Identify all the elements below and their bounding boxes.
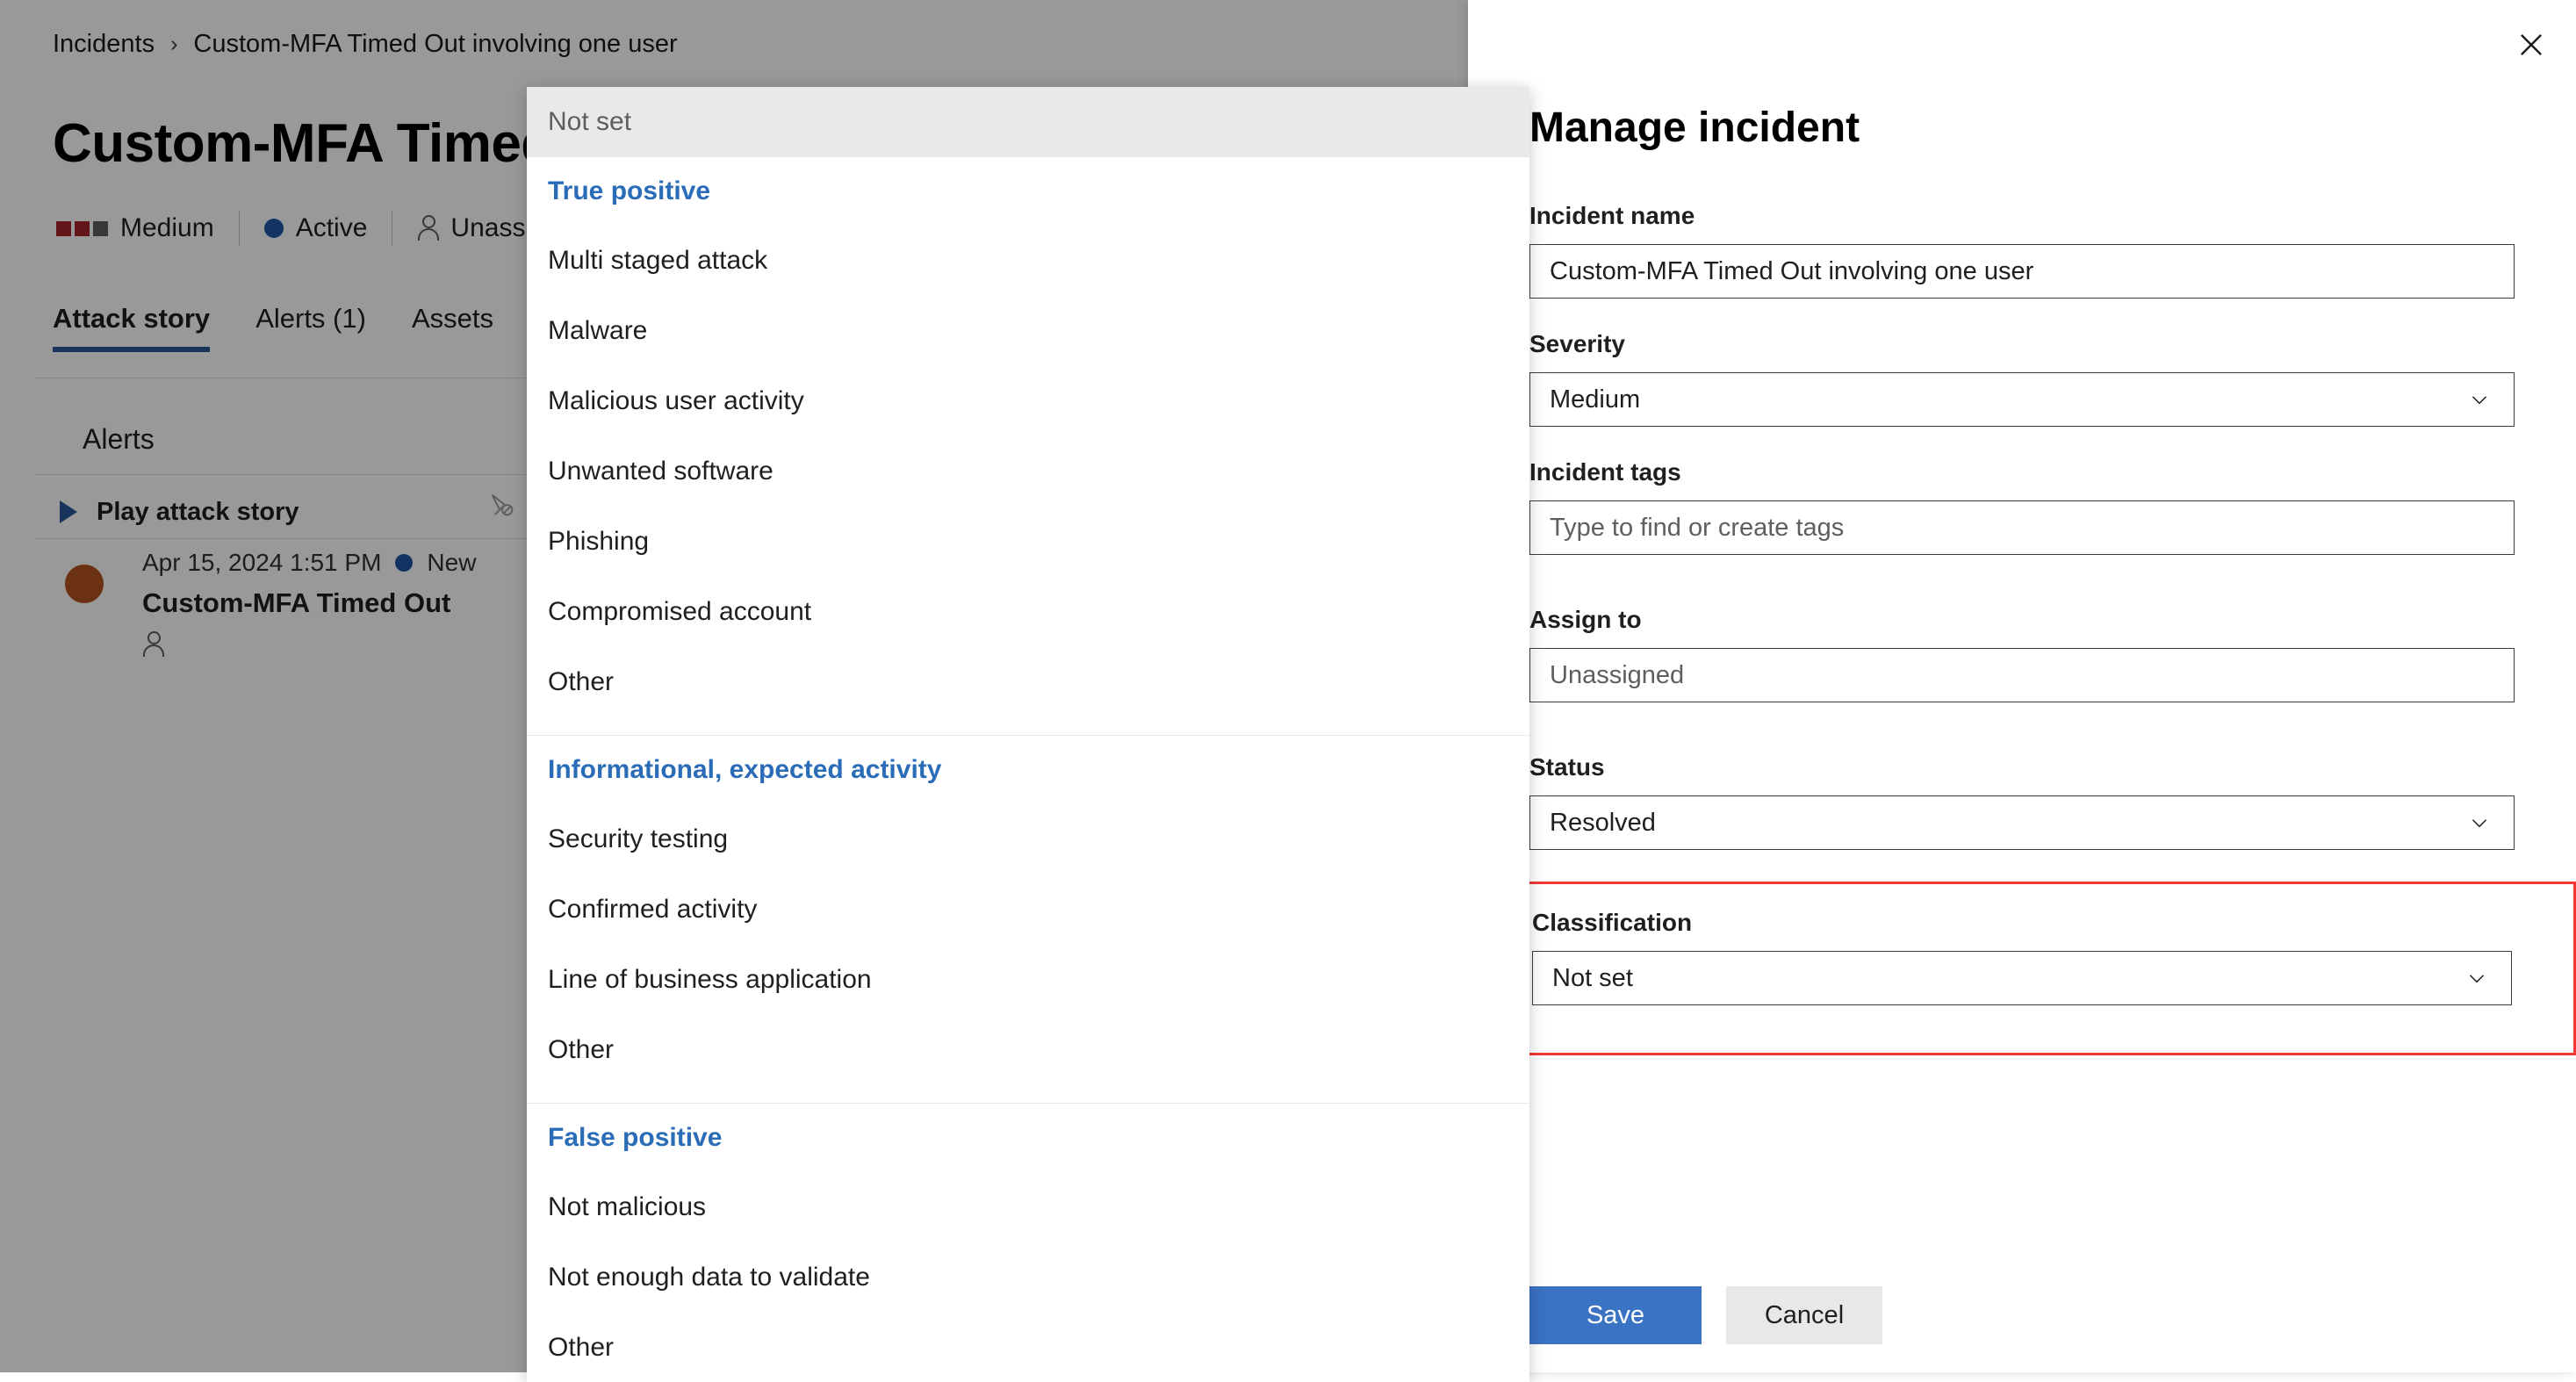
dropdown-option[interactable]: Other [527,647,1529,717]
assign-to-input[interactable]: Unassigned [1529,648,2515,702]
dropdown-group: Informational, expected activity Security… [527,736,1529,1096]
dropdown-group: False positive Not malicious Not enough da… [527,1104,1529,1382]
dropdown-option-not-set[interactable]: Not set [527,87,1529,157]
classification-select[interactable]: Not set [1532,951,2512,1005]
manage-incident-panel: Manage incident Incident name Custom-MFA… [1468,0,2576,1372]
dropdown-option[interactable]: Unwanted software [527,436,1529,507]
panel-actions: Save Cancel [1529,1286,1882,1344]
dropdown-option[interactable]: Malware [527,296,1529,366]
classification-label: Classification [1532,909,1693,936]
field-incident-tags: Incident tags Type to find or create tag… [1468,458,2576,555]
incident-name-label: Incident name [1529,202,1695,229]
dropdown-option[interactable]: Confirmed activity [527,875,1529,945]
dropdown-option[interactable]: Compromised account [527,577,1529,647]
dropdown-group: True positive Multi staged attack Malware M… [527,157,1529,728]
status-value: Resolved [1550,808,1656,837]
status-label: Status [1529,753,1605,781]
field-classification: Classification Not set [1471,909,2573,1005]
status-select[interactable]: Resolved [1529,795,2515,850]
field-assign-to: Assign to Unassigned [1468,606,2576,702]
field-severity: Severity Medium [1468,330,2576,427]
close-icon[interactable] [2506,19,2557,70]
incident-name-input[interactable]: Custom-MFA Timed Out involving one user [1529,244,2515,299]
incident-tags-label: Incident tags [1529,458,1681,486]
dropdown-group-header[interactable]: True positive [527,157,1529,226]
cancel-button[interactable]: Cancel [1726,1286,1882,1344]
dropdown-option[interactable]: Not enough data to validate [527,1242,1529,1313]
dropdown-option[interactable]: Security testing [527,804,1529,875]
dropdown-option[interactable]: Other [527,1313,1529,1382]
severity-value: Medium [1550,385,1641,414]
chevron-down-icon [2468,388,2491,411]
classification-dropdown-list[interactable]: Not set True positive Multi staged attack… [527,87,1529,1382]
dropdown-option[interactable]: Not malicious [527,1172,1529,1242]
incident-tags-input[interactable]: Type to find or create tags [1529,500,2515,555]
chevron-down-icon [2468,811,2491,834]
classification-highlight: Classification Not set [1468,882,2576,1055]
field-status: Status Resolved [1468,753,2576,850]
assign-to-label: Assign to [1529,606,1642,633]
severity-select[interactable]: Medium [1529,372,2515,427]
dropdown-option[interactable]: Line of business application [527,945,1529,1015]
chevron-down-icon [2465,967,2488,990]
dropdown-option[interactable]: Multi staged attack [527,226,1529,296]
dropdown-option[interactable]: Other [527,1015,1529,1085]
dropdown-group-header[interactable]: Informational, expected activity [527,736,1529,804]
severity-label: Severity [1529,330,1625,357]
dropdown-option[interactable]: Phishing [527,507,1529,577]
manage-incident-form: Incident name Custom-MFA Timed Out invol… [1468,202,2576,1055]
dropdown-group-header[interactable]: False positive [527,1104,1529,1172]
panel-title: Manage incident [1529,104,1860,151]
classification-value: Not set [1552,963,1633,992]
field-incident-name: Incident name Custom-MFA Timed Out invol… [1468,202,2576,299]
dropdown-option[interactable]: Malicious user activity [527,366,1529,436]
save-button[interactable]: Save [1529,1286,1702,1344]
